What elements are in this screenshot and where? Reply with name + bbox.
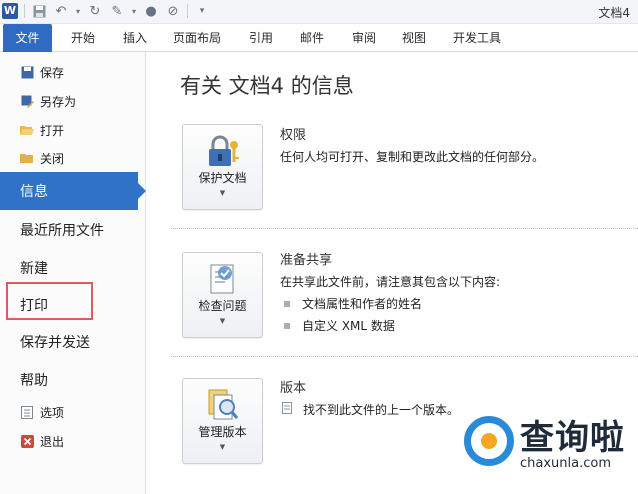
tab-developer[interactable]: 开发工具 xyxy=(453,24,501,52)
nav-exit[interactable]: 退出 xyxy=(20,431,64,451)
section-divider xyxy=(171,228,638,229)
tab-file[interactable]: 文件 xyxy=(3,24,52,52)
customize-toolbar-icon[interactable]: ▾ xyxy=(194,3,210,19)
protect-document-button[interactable]: 保护文档 ▼ xyxy=(182,124,263,210)
nav-close-label: 关闭 xyxy=(40,151,65,166)
tab-references[interactable]: 引用 xyxy=(249,24,273,52)
save-icon xyxy=(20,65,34,79)
bullet-icon xyxy=(284,300,290,307)
versions-desc-row: 找不到此文件的上一个版本。 xyxy=(282,401,459,418)
nav-close[interactable]: 关闭 xyxy=(20,148,64,168)
manage-versions-icon xyxy=(205,387,241,423)
toolbar-divider xyxy=(187,4,188,18)
nav-info[interactable]: 信息 xyxy=(0,172,146,210)
section-divider xyxy=(171,356,638,357)
toolbar-divider xyxy=(24,4,25,18)
nav-info-label: 信息 xyxy=(20,184,48,200)
tab-page-layout[interactable]: 页面布局 xyxy=(173,24,221,52)
redo-icon[interactable]: ↻ xyxy=(87,3,103,19)
permissions-title: 权限 xyxy=(280,128,307,143)
dropdown-arrow-icon: ▼ xyxy=(219,443,226,451)
watermark-brand: 查询啦 xyxy=(520,418,625,458)
bullet-icon xyxy=(284,322,290,329)
nav-save-as[interactable]: 另存为 xyxy=(20,91,76,111)
nav-print[interactable]: 打印 xyxy=(20,295,48,315)
versions-title: 版本 xyxy=(280,381,307,396)
nav-save[interactable]: 保存 xyxy=(20,62,64,82)
tab-home[interactable]: 开始 xyxy=(71,24,95,52)
prepare-desc: 在共享此文件前，请注意其包含以下内容: xyxy=(280,275,501,289)
nav-options-label: 选项 xyxy=(40,405,65,420)
nav-recent[interactable]: 最近所用文件 xyxy=(20,220,104,240)
nav-save-send[interactable]: 保存并发送 xyxy=(20,332,90,352)
dropdown-arrow-icon[interactable]: ▾ xyxy=(131,3,137,19)
nav-save-as-label: 另存为 xyxy=(40,94,77,109)
watermark: 查询啦 chaxunla.com xyxy=(464,410,634,490)
close-folder-icon xyxy=(20,151,34,165)
list-item: 自定义 XML 数据 xyxy=(284,317,395,334)
nav-open[interactable]: 打开 xyxy=(20,120,64,140)
draw-table-icon[interactable]: ⊘ xyxy=(165,3,181,19)
nav-save-label: 保存 xyxy=(40,65,65,80)
save-as-icon xyxy=(20,94,34,108)
check-issues-button[interactable]: 检查问题 ▼ xyxy=(182,252,263,338)
tab-mailings[interactable]: 邮件 xyxy=(300,24,324,52)
word-app-icon[interactable]: W xyxy=(2,3,18,19)
list-item-text: 自定义 XML 数据 xyxy=(302,319,395,333)
ribbon-tabs: 文件 开始 插入 页面布局 引用 邮件 审阅 视图 开发工具 xyxy=(0,24,638,52)
tab-review[interactable]: 审阅 xyxy=(352,24,376,52)
inspect-document-icon xyxy=(205,261,241,297)
manage-versions-label: 管理版本 xyxy=(198,425,247,439)
circle-icon[interactable]: ● xyxy=(143,3,159,19)
document-title: 文档4 xyxy=(598,6,630,20)
tab-view[interactable]: 视图 xyxy=(402,24,426,52)
title-bar: W ↶ ▾ ↻ ✎ ▾ ● ⊘ ▾ 文档4 xyxy=(0,0,638,24)
lock-key-icon xyxy=(205,133,241,169)
list-item: 文档属性和作者的姓名 xyxy=(284,295,422,312)
quick-access-toolbar: W ↶ ▾ ↻ ✎ ▾ ● ⊘ ▾ xyxy=(2,3,210,19)
page-title: 有关 文档4 的信息 xyxy=(180,74,354,98)
undo-icon[interactable]: ↶ xyxy=(53,3,69,19)
tab-insert[interactable]: 插入 xyxy=(123,24,147,52)
dropdown-arrow-icon[interactable]: ▾ xyxy=(75,3,81,19)
save-icon[interactable] xyxy=(31,3,47,19)
nav-help[interactable]: 帮助 xyxy=(20,370,48,390)
dropdown-arrow-icon: ▼ xyxy=(219,189,226,197)
protect-document-label: 保护文档 xyxy=(198,171,247,185)
watermark-logo-icon xyxy=(464,416,514,466)
open-folder-icon xyxy=(20,123,34,137)
format-painter-icon[interactable]: ✎ xyxy=(109,3,125,19)
nav-new[interactable]: 新建 xyxy=(20,258,48,278)
list-item-text: 文档属性和作者的姓名 xyxy=(302,297,423,311)
backstage-nav: 保存 另存为 打开 关闭 信息 最近所用文件 新建 打印 保存并发送 帮助 选项 xyxy=(0,52,146,494)
exit-icon xyxy=(20,434,34,448)
permissions-desc: 任何人均可打开、复制和更改此文档的任何部分。 xyxy=(280,150,545,164)
check-issues-label: 检查问题 xyxy=(198,299,247,313)
manage-versions-button[interactable]: 管理版本 ▼ xyxy=(182,378,263,464)
version-document-icon xyxy=(282,401,294,418)
watermark-url: chaxunla.com xyxy=(520,456,611,471)
dropdown-arrow-icon: ▼ xyxy=(219,317,226,325)
nav-options[interactable]: 选项 xyxy=(20,402,64,422)
options-icon xyxy=(20,405,34,419)
versions-desc: 找不到此文件的上一个版本。 xyxy=(303,403,460,417)
nav-exit-label: 退出 xyxy=(40,434,65,449)
prepare-title: 准备共享 xyxy=(280,253,333,268)
nav-open-label: 打开 xyxy=(40,123,65,138)
